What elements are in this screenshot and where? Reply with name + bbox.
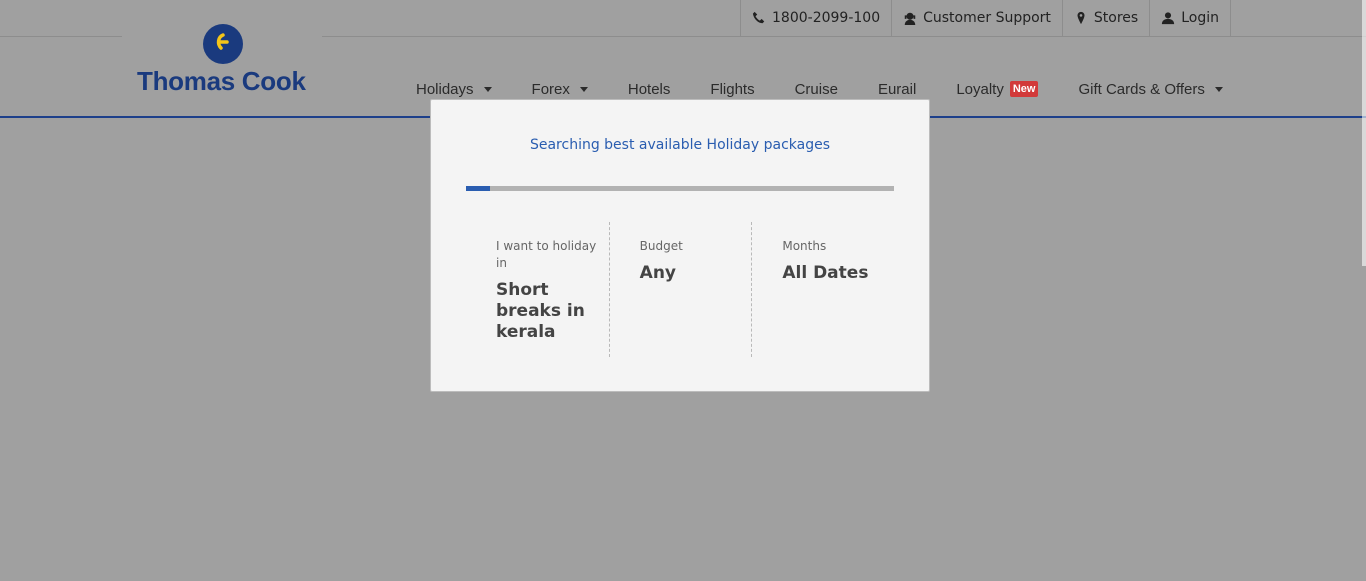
chevron-down-icon xyxy=(483,86,492,92)
nav-label: Flights xyxy=(710,80,755,98)
summary-value: All Dates xyxy=(782,263,869,283)
logo[interactable]: Thomas Cook xyxy=(122,0,322,110)
new-badge: New xyxy=(1009,81,1039,97)
summary-label: I want to holiday in xyxy=(496,239,597,270)
nav-forex[interactable]: Forex xyxy=(532,81,588,98)
nav-flights[interactable]: Flights xyxy=(710,81,754,98)
chevron-down-icon xyxy=(579,86,588,92)
nav-loyalty[interactable]: Loyalty New xyxy=(956,80,1039,98)
nav-label: Holidays xyxy=(416,80,474,98)
nav-hotels[interactable]: Hotels xyxy=(628,81,671,98)
summary-months: Months All Dates xyxy=(751,222,894,357)
chevron-down-icon xyxy=(1214,86,1223,92)
summary-label: Budget xyxy=(639,239,683,253)
support-agent-icon xyxy=(904,12,916,25)
customer-support-label: Customer Support xyxy=(923,10,1051,26)
summary-destination: I want to holiday in Short breaks in ker… xyxy=(466,222,609,357)
page-edge xyxy=(1362,0,1366,266)
nav-label: Eurail xyxy=(877,80,917,98)
customer-support-link[interactable]: Customer Support xyxy=(891,0,1062,36)
phone-link[interactable]: 1800-2099-100 xyxy=(740,0,891,36)
map-pin-icon xyxy=(1077,11,1085,25)
nav-gift-cards-offers[interactable]: Gift Cards & Offers xyxy=(1078,80,1223,98)
summary-value: Short breaks in kerala xyxy=(496,280,585,342)
nav-label: Forex xyxy=(531,80,570,98)
nav-label: Gift Cards & Offers xyxy=(1078,80,1205,98)
summary-budget: Budget Any xyxy=(608,222,752,357)
login-link[interactable]: Login xyxy=(1149,0,1231,36)
stores-link[interactable]: Stores xyxy=(1061,0,1149,36)
search-loading-modal: Searching best available Holiday package… xyxy=(430,99,930,392)
nav-cruise[interactable]: Cruise xyxy=(795,81,838,98)
nav-eurail[interactable]: Eurail xyxy=(878,81,916,98)
search-summary: I want to holiday in Short breaks in ker… xyxy=(466,222,894,357)
progress-fill xyxy=(466,186,490,191)
top-links: 1800-2099-100 Customer Support Stores Lo… xyxy=(740,0,1231,36)
nav-label: Hotels xyxy=(627,80,671,98)
nav-label: Loyalty xyxy=(956,80,1004,98)
phone-number: 1800-2099-100 xyxy=(772,10,881,26)
summary-label: Months xyxy=(782,239,827,253)
modal-title: Searching best available Holiday package… xyxy=(529,137,831,153)
logo-text: Thomas Cook xyxy=(137,66,306,96)
user-icon xyxy=(1162,12,1175,25)
main-nav: Holidays Forex Hotels Flights Cruise Eur… xyxy=(396,78,1243,100)
login-label: Login xyxy=(1181,10,1219,26)
nav-label: Cruise xyxy=(794,80,838,98)
stores-label: Stores xyxy=(1093,10,1139,26)
nav-holidays[interactable]: Holidays xyxy=(416,81,492,98)
logo-mark-icon xyxy=(203,24,243,64)
progress-bar xyxy=(466,186,894,191)
phone-icon xyxy=(752,11,765,24)
summary-value: Any xyxy=(639,263,677,283)
